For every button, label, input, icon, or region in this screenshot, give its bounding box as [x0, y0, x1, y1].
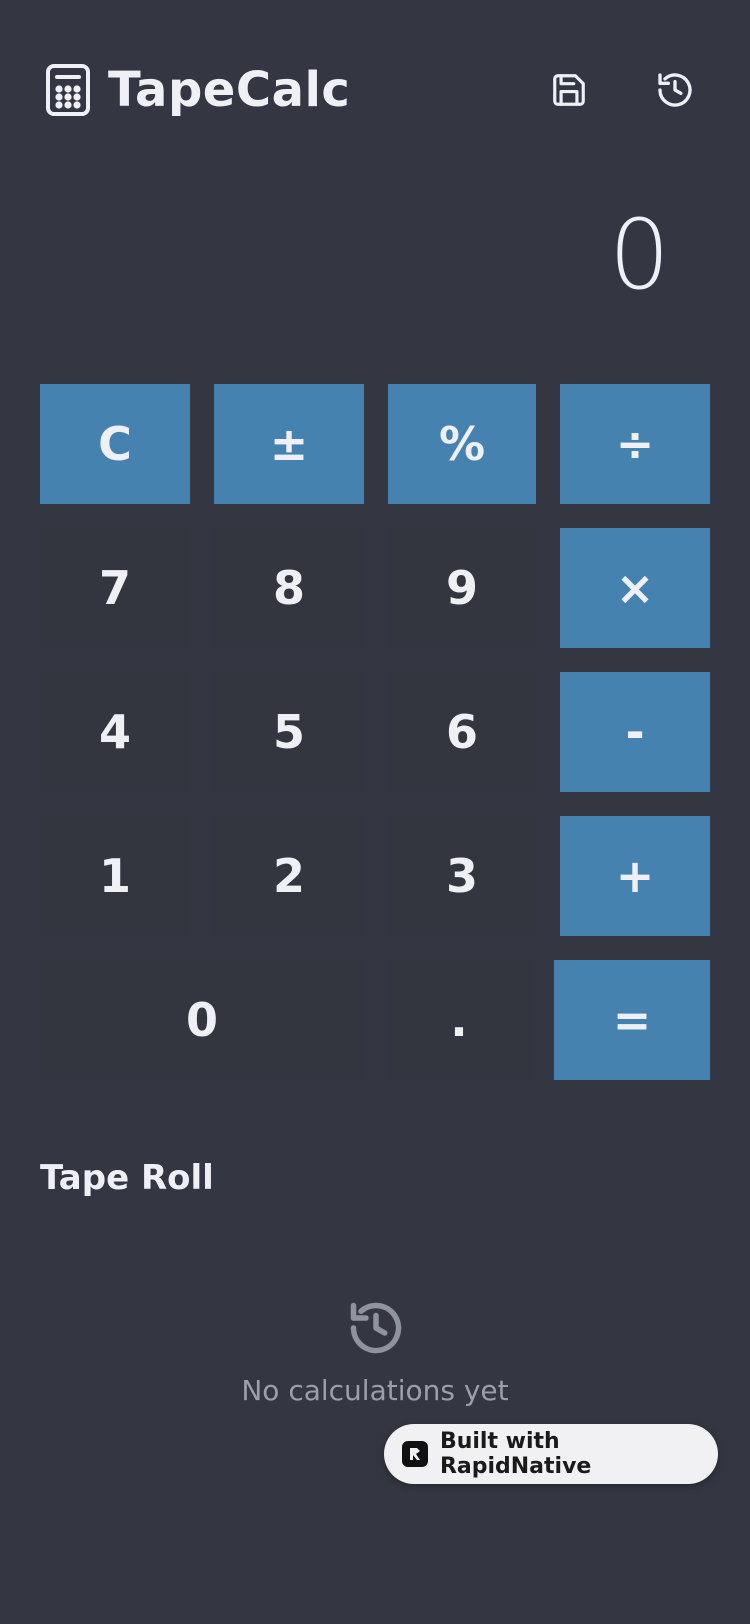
percent-button[interactable]: %: [388, 384, 536, 504]
app-title: TapeCalc: [108, 62, 351, 118]
header: TapeCalc: [40, 50, 710, 130]
digit-9-button[interactable]: 9: [388, 528, 536, 648]
equals-button[interactable]: =: [554, 960, 710, 1080]
built-with-badge[interactable]: Built with RapidNative: [384, 1424, 718, 1484]
subtract-button[interactable]: -: [560, 672, 710, 792]
digit-0-button[interactable]: 0: [40, 960, 364, 1080]
clear-button[interactable]: C: [40, 384, 190, 504]
toggle-sign-button[interactable]: ±: [214, 384, 364, 504]
digit-5-button[interactable]: 5: [214, 672, 364, 792]
history-icon: [658, 73, 692, 107]
rapidnative-logo-icon: [402, 1441, 428, 1467]
tape-roll-title: Tape Roll: [40, 1158, 214, 1198]
add-button[interactable]: +: [560, 816, 710, 936]
decimal-button[interactable]: .: [388, 960, 530, 1080]
digit-8-button[interactable]: 8: [214, 528, 364, 648]
calculator-icon: [40, 62, 96, 118]
header-actions: [534, 50, 710, 130]
calculator-display: 0: [608, 199, 670, 311]
digit-7-button[interactable]: 7: [40, 528, 190, 648]
app-screen: TapeCalc 0 C ± % ÷ 7 8 9 × 4 5 6 - 1 2 3…: [0, 0, 750, 1624]
keypad: C ± % ÷ 7 8 9 × 4 5 6 - 1 2 3 + 0 . =: [40, 384, 710, 1080]
tape-empty-message: No calculations yet: [241, 1374, 509, 1407]
badge-text: Built with RapidNative: [439, 1429, 592, 1479]
digit-4-button[interactable]: 4: [40, 672, 190, 792]
save-button[interactable]: [534, 55, 604, 125]
divide-button[interactable]: ÷: [560, 384, 710, 504]
save-icon: [553, 74, 585, 106]
digit-2-button[interactable]: 2: [214, 816, 364, 936]
multiply-button[interactable]: ×: [560, 528, 710, 648]
digit-6-button[interactable]: 6: [388, 672, 536, 792]
digit-3-button[interactable]: 3: [388, 816, 536, 936]
history-button[interactable]: [640, 55, 710, 125]
digit-1-button[interactable]: 1: [40, 816, 190, 936]
history-icon: [350, 1302, 402, 1354]
